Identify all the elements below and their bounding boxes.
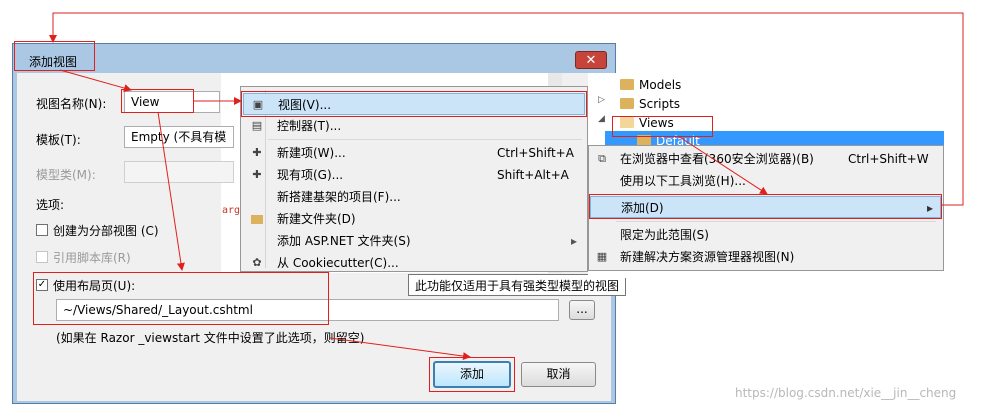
arrow-title-to-name <box>59 69 132 92</box>
arrow-views-to-add <box>677 135 768 195</box>
arrow-loop <box>49 12 964 206</box>
annotation-arrows <box>49 12 964 361</box>
arrow-layout-to-add-button <box>329 337 471 361</box>
arrow-name-down <box>157 111 185 271</box>
watermark: https://blog.csdn.net/xie__jin__cheng <box>735 386 957 400</box>
